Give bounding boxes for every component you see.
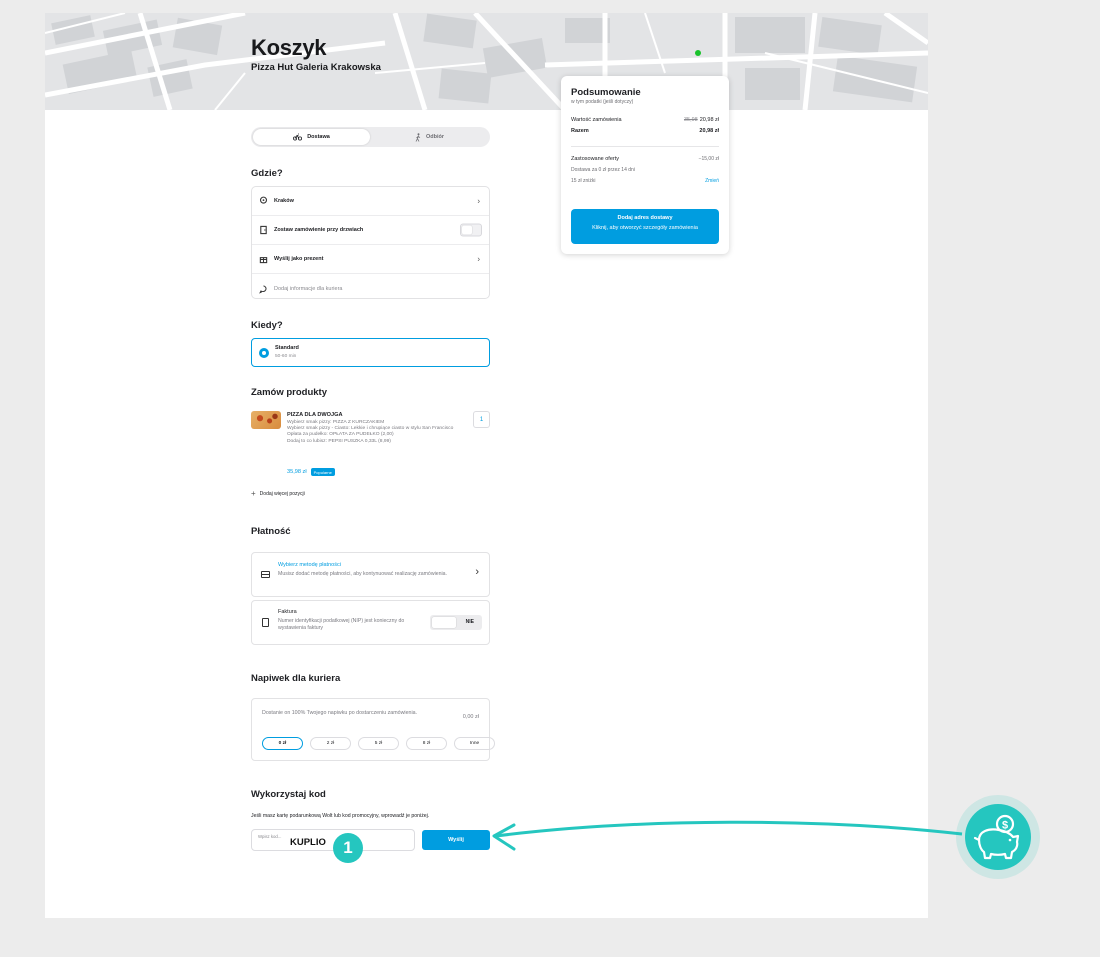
arrow-head — [492, 823, 516, 851]
piggy-bank-coin-icon: $ — [965, 804, 1031, 870]
step-number-badge: 1 — [333, 833, 363, 863]
annotation-arrow — [492, 820, 963, 851]
svg-text:$: $ — [1002, 820, 1008, 832]
arrow-curve — [495, 820, 963, 838]
